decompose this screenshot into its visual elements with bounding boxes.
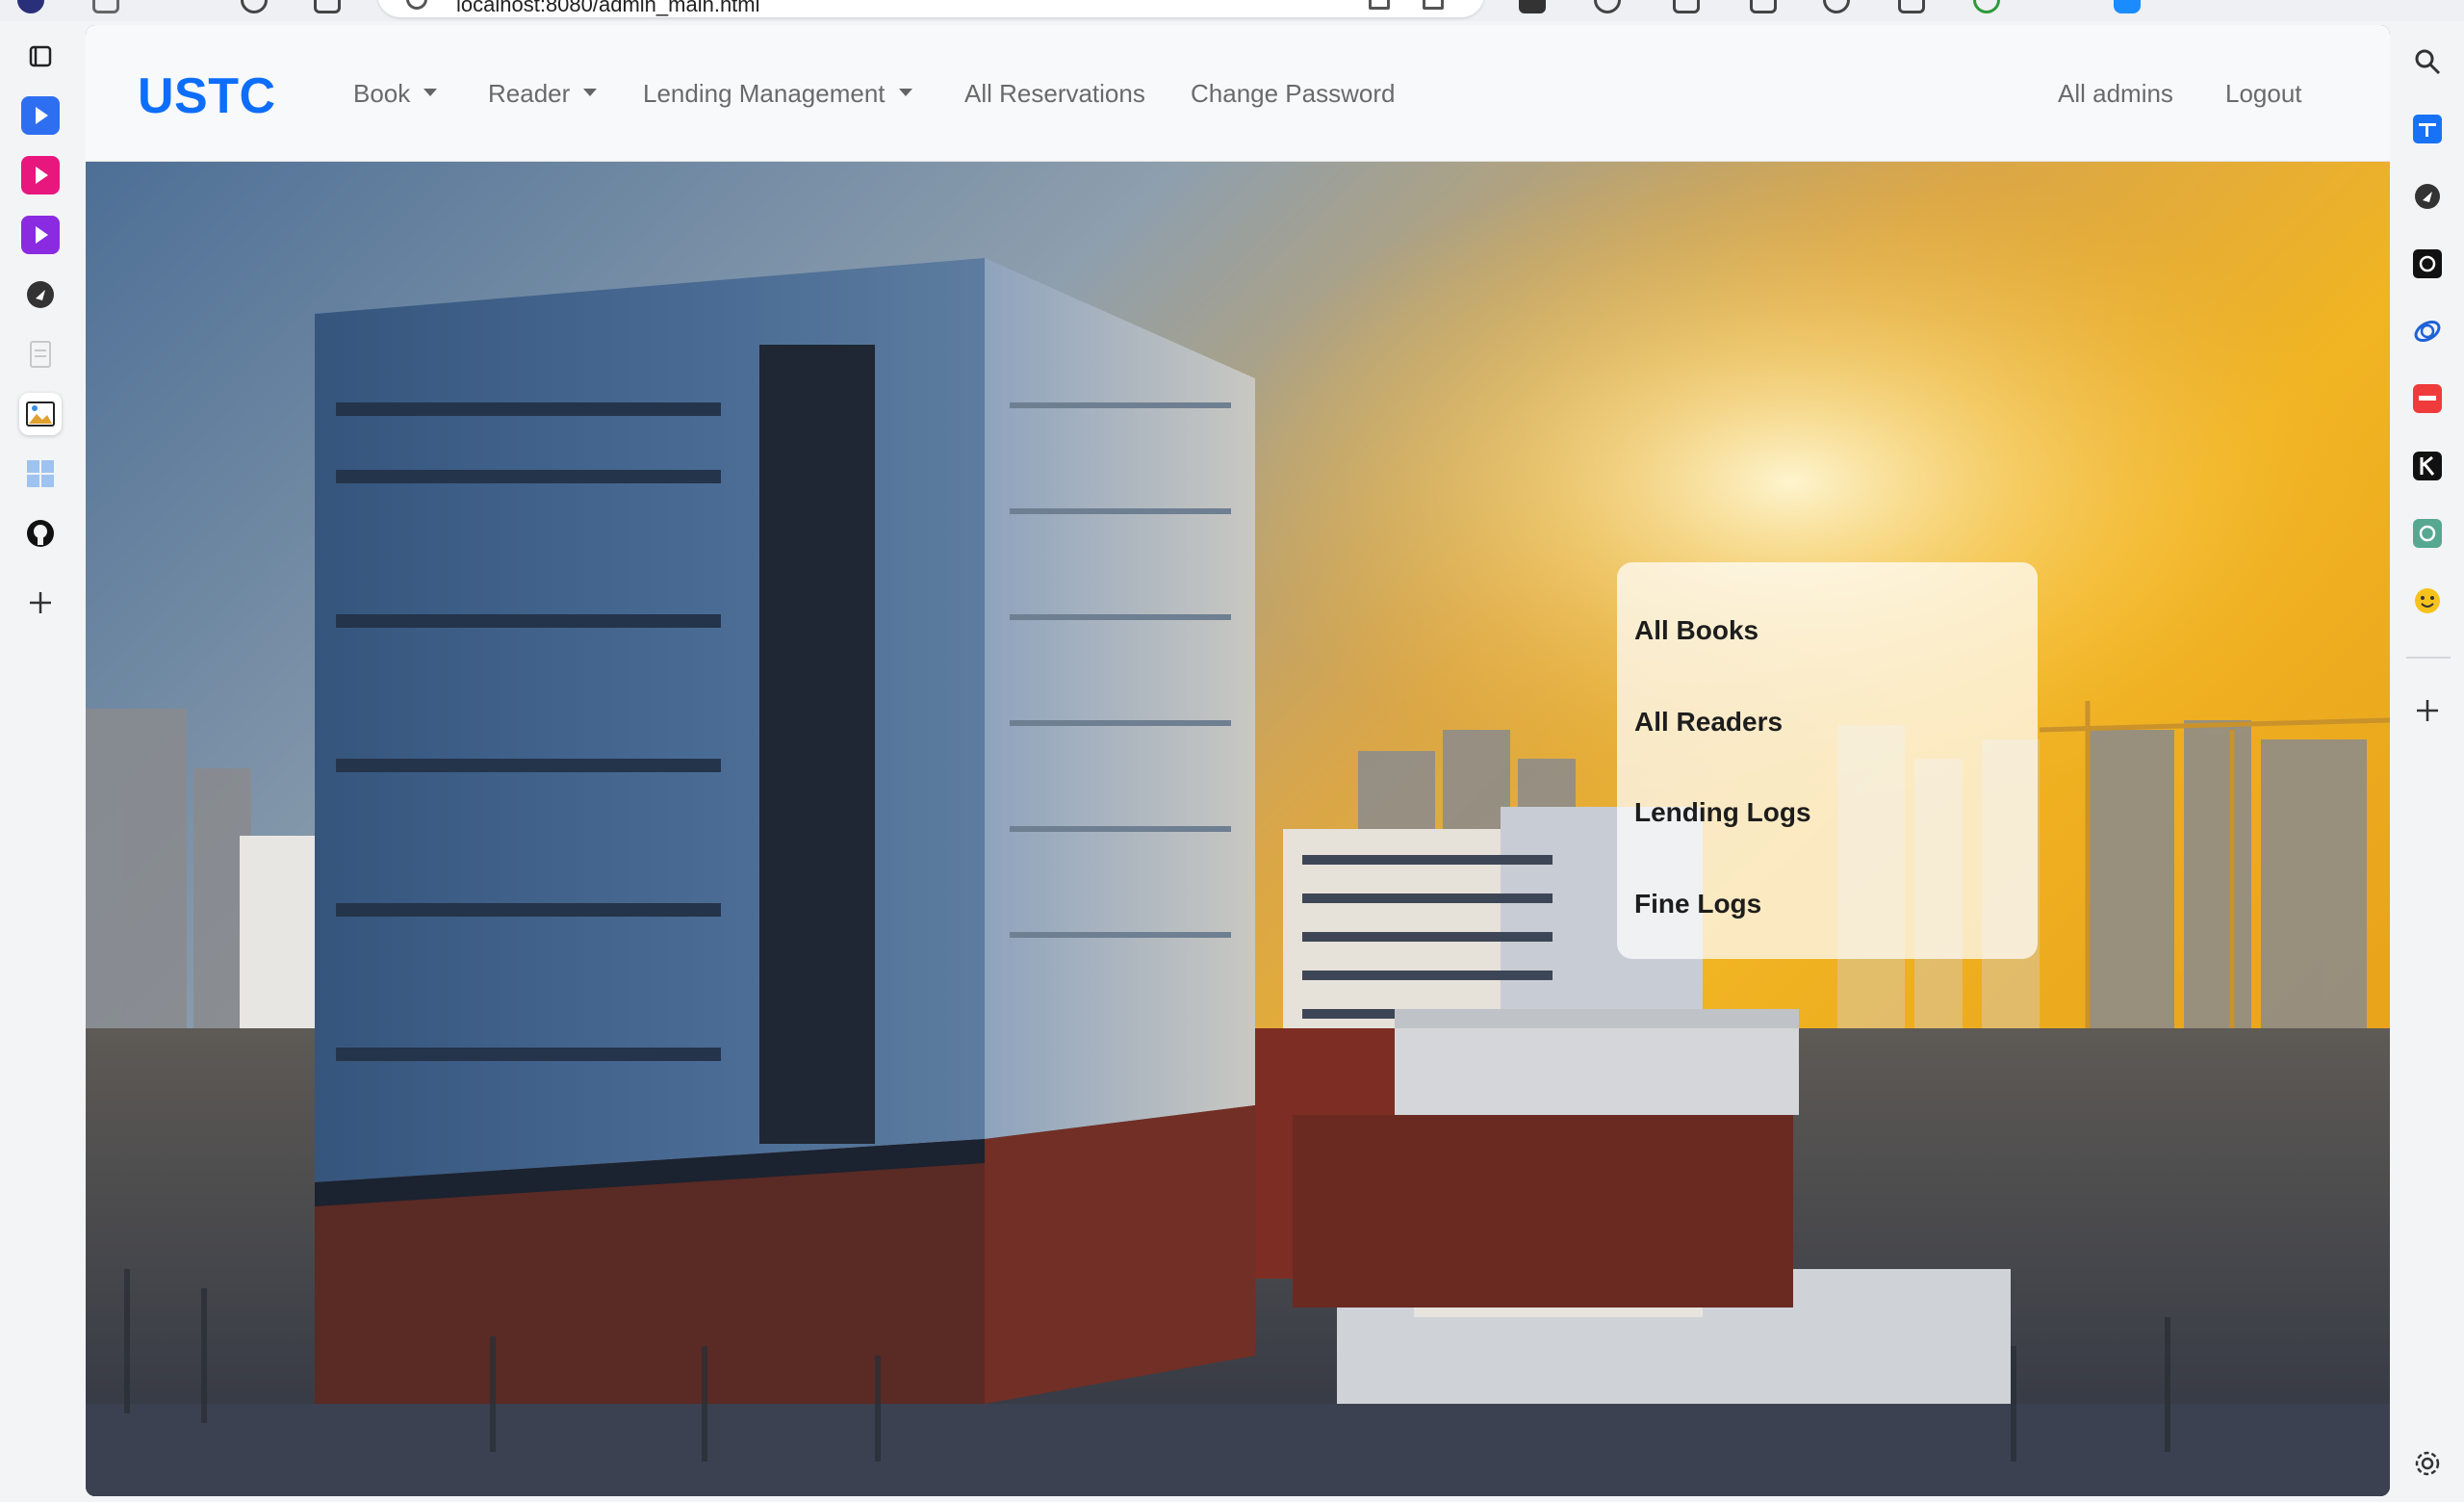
sidebar-divider [2406, 657, 2451, 659]
k-app-icon[interactable] [2406, 445, 2449, 487]
openai-icon[interactable] [2406, 243, 2449, 285]
reading-mode-icon[interactable] [1673, 0, 1700, 13]
history-icon[interactable] [1823, 0, 1850, 13]
add-icon[interactable] [19, 582, 62, 624]
download-icon[interactable] [1898, 0, 1925, 13]
dropdown-menu: All Books All Readers Lending Logs Fine … [1617, 562, 2038, 959]
nav-label: Book [353, 79, 411, 108]
caret-down-icon [424, 89, 438, 97]
dropdown-item-all-books[interactable]: All Books [1634, 615, 1758, 646]
nav-label: Logout [2225, 79, 2302, 108]
nav-change-password[interactable]: Change Password [1191, 79, 1395, 109]
settings-icon[interactable] [2406, 1442, 2449, 1485]
profile-icon[interactable] [17, 0, 44, 13]
split-view-icon[interactable] [314, 0, 341, 13]
purple-play-icon[interactable] [19, 214, 62, 256]
copilot-icon[interactable] [2114, 0, 2141, 13]
nav-label: Lending Management [643, 79, 886, 108]
nav-label: Change Password [1191, 79, 1396, 108]
dropdown-item-lending-logs[interactable]: Lending Logs [1634, 797, 1811, 828]
image-icon[interactable] [19, 393, 62, 435]
browser-toolbar: localhost:8080/admin_main.html [0, 0, 2464, 21]
chatgpt-icon[interactable] [2406, 512, 2449, 555]
right-sidebar [2391, 21, 2464, 1502]
extensions-icon[interactable] [92, 0, 119, 13]
add-icon[interactable] [2406, 689, 2449, 732]
bookmark-star-icon[interactable] [1423, 0, 1444, 10]
tabs-icon[interactable] [19, 35, 62, 77]
nav-label: Reader [488, 79, 571, 108]
nav-lending-management-dropdown[interactable]: Lending Management [643, 79, 912, 109]
nav-reader-dropdown[interactable]: Reader [488, 79, 598, 109]
hero-background-image [86, 162, 2390, 1496]
translate-icon[interactable] [1369, 0, 1390, 10]
camera-icon[interactable] [1519, 0, 1546, 13]
search-icon[interactable] [2406, 40, 2449, 83]
nav-label: All admins [2058, 79, 2173, 108]
security-icon[interactable] [1973, 0, 2000, 13]
address-bar[interactable]: localhost:8080/admin_main.html [377, 0, 1484, 17]
chat-icon[interactable] [1750, 0, 1777, 13]
left-sidebar [0, 21, 83, 1502]
refresh-icon[interactable] [241, 0, 268, 13]
brand-logo[interactable]: USTC [138, 67, 276, 125]
navbar: USTC Book Reader Lending Management All … [86, 25, 2390, 162]
smiley-icon[interactable] [2406, 580, 2449, 622]
gear-icon[interactable] [1594, 0, 1621, 13]
github-icon[interactable] [19, 512, 62, 555]
red-app-icon[interactable] [2406, 377, 2449, 420]
web-page: USTC Book Reader Lending Management All … [86, 25, 2390, 1496]
dropdown-item-all-readers[interactable]: All Readers [1634, 707, 1783, 738]
caret-down-icon [583, 89, 598, 97]
document-icon[interactable] [19, 333, 62, 376]
orbit-icon[interactable] [2406, 310, 2449, 352]
nav-logout[interactable]: Logout [2225, 79, 2302, 109]
site-info-icon[interactable] [406, 0, 427, 10]
dark-play-icon[interactable] [19, 273, 62, 316]
url-text: localhost:8080/admin_main.html [456, 0, 760, 16]
dropdown-item-fine-logs[interactable]: Fine Logs [1634, 889, 1761, 919]
media-play-icon[interactable] [19, 154, 62, 196]
video-play-icon[interactable] [19, 94, 62, 137]
dark-play-icon[interactable] [2406, 175, 2449, 218]
caret-down-icon [898, 89, 912, 97]
back-icon[interactable] [166, 0, 192, 13]
grid-app-icon[interactable] [19, 453, 62, 495]
nav-label: All Reservations [964, 79, 1145, 108]
zhihu-icon[interactable] [2406, 108, 2449, 150]
nav-all-admins[interactable]: All admins [2058, 79, 2173, 109]
nav-all-reservations[interactable]: All Reservations [964, 79, 1145, 109]
nav-book-dropdown[interactable]: Book [353, 79, 438, 109]
